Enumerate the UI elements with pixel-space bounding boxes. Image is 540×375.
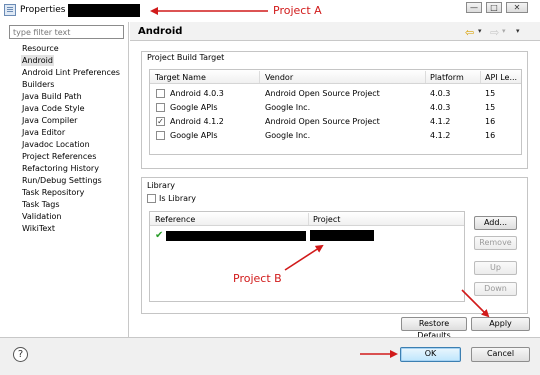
target-cell-platform: 4.0.3: [430, 89, 451, 98]
tree-item-wikitext[interactable]: WikiText: [21, 223, 56, 234]
apply-button[interactable]: Apply: [471, 317, 530, 331]
target-cell-api: 15: [485, 89, 496, 98]
tree-item-project-references[interactable]: Project References: [21, 151, 97, 162]
help-icon[interactable]: ?: [13, 347, 28, 362]
target-cell-api: 16: [485, 117, 496, 126]
panel-divider: [128, 22, 129, 337]
library-header-row: [150, 212, 464, 226]
tree-item-java-build-path[interactable]: Java Build Path: [21, 91, 83, 102]
column-project[interactable]: Project: [313, 215, 340, 224]
forward-history-dropdown-icon[interactable]: ▾: [502, 27, 506, 35]
column-api-level[interactable]: API Le...: [485, 73, 517, 82]
tree-item-task-tags[interactable]: Task Tags: [21, 199, 61, 210]
move-down-button[interactable]: Down: [474, 282, 517, 296]
is-library-label[interactable]: Is Library: [159, 194, 196, 203]
project-b-annotation: Project B: [233, 272, 282, 285]
minimize-button[interactable]: —: [466, 2, 482, 13]
tree-item-refactoring-history[interactable]: Refactoring History: [21, 163, 100, 174]
tree-item-task-repository[interactable]: Task Repository: [21, 187, 85, 198]
redacted-project-name[interactable]: [310, 230, 374, 241]
column-divider: [425, 71, 426, 83]
target-cell-platform: 4.1.2: [430, 117, 451, 126]
target-cell-name: Google APIs: [170, 103, 218, 112]
build-target-title: Project Build Target: [147, 53, 225, 62]
project-a-annotation: Project A: [273, 4, 322, 17]
valid-reference-check-icon: ✔: [155, 230, 164, 241]
tree-item-builders[interactable]: Builders: [21, 79, 55, 90]
target-cell-platform: 4.1.2: [430, 131, 451, 140]
column-reference[interactable]: Reference: [155, 215, 195, 224]
tree-item-android-lint-preferences[interactable]: Android Lint Preferences: [21, 67, 121, 78]
column-target-name[interactable]: Target Name: [155, 73, 206, 82]
column-vendor[interactable]: Vendor: [265, 73, 293, 82]
page-title: Android: [138, 26, 183, 37]
target-cell-api: 15: [485, 103, 496, 112]
redacted-project-name: [68, 4, 140, 17]
tree-item-android[interactable]: Android: [21, 55, 54, 66]
remove-library-button[interactable]: Remove: [474, 236, 517, 250]
tree-item-java-code-style[interactable]: Java Code Style: [21, 103, 86, 114]
target-cell-name: Android 4.0.3: [170, 89, 224, 98]
target-cell-vendor: Google Inc.: [265, 131, 311, 140]
add-library-button[interactable]: Add...: [474, 216, 517, 230]
move-up-button[interactable]: Up: [474, 261, 517, 275]
target-checkbox[interactable]: ✓: [156, 117, 165, 126]
column-divider: [480, 71, 481, 83]
forward-icon[interactable]: ⇨: [490, 26, 499, 39]
column-platform[interactable]: Platform: [430, 73, 464, 82]
target-cell-name: Google APIs: [170, 131, 218, 140]
view-menu-icon[interactable]: ▾: [516, 27, 520, 35]
target-cell-name: Android 4.1.2: [170, 117, 224, 126]
close-button[interactable]: ✕: [506, 2, 528, 13]
restore-defaults-button[interactable]: Restore Defaults: [401, 317, 467, 340]
column-divider: [259, 71, 260, 83]
tree-item-resource[interactable]: Resource: [21, 43, 60, 54]
library-title: Library: [147, 181, 175, 190]
back-history-dropdown-icon[interactable]: ▾: [478, 27, 482, 35]
tree-item-java-compiler[interactable]: Java Compiler: [21, 115, 78, 126]
target-cell-vendor: Google Inc.: [265, 103, 311, 112]
tree-item-run-debug-settings[interactable]: Run/Debug Settings: [21, 175, 103, 186]
cancel-button[interactable]: Cancel: [471, 347, 530, 362]
filter-input[interactable]: [9, 25, 124, 39]
maximize-button[interactable]: □: [486, 2, 502, 13]
target-cell-api: 16: [485, 131, 496, 140]
target-checkbox[interactable]: [156, 103, 165, 112]
ok-button[interactable]: OK: [400, 347, 461, 362]
redacted-reference-path[interactable]: [166, 231, 306, 241]
tree-item-java-editor[interactable]: Java Editor: [21, 127, 66, 138]
properties-window-icon: [4, 4, 16, 16]
target-cell-platform: 4.0.3: [430, 103, 451, 112]
column-divider: [308, 213, 309, 225]
target-checkbox[interactable]: [156, 89, 165, 98]
target-cell-vendor: Android Open Source Project: [265, 117, 380, 126]
back-icon[interactable]: ⇦: [465, 26, 474, 39]
tree-item-validation[interactable]: Validation: [21, 211, 63, 222]
target-checkbox[interactable]: [156, 131, 165, 140]
target-cell-vendor: Android Open Source Project: [265, 89, 380, 98]
tree-item-javadoc-location[interactable]: Javadoc Location: [21, 139, 91, 150]
is-library-checkbox[interactable]: [147, 194, 156, 203]
